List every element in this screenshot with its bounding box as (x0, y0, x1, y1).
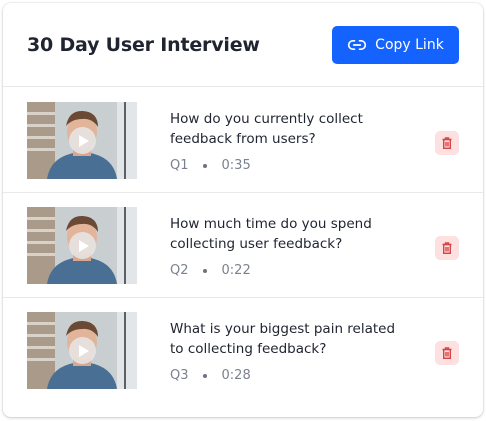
interview-card: 30 Day User Interview Copy Link How do y… (3, 3, 483, 417)
delete-button[interactable] (435, 131, 459, 155)
trash-icon (442, 134, 452, 153)
card-header: 30 Day User Interview Copy Link (3, 3, 483, 87)
question-meta: Q1 0:35 (170, 158, 251, 173)
separator-dot (202, 163, 207, 168)
question-row: How do you currently collect feedback fr… (3, 88, 483, 193)
question-row: How much time do you spend collecting us… (3, 193, 483, 298)
question-duration: 0:35 (221, 158, 251, 173)
play-icon[interactable] (69, 337, 96, 364)
page-title: 30 Day User Interview (27, 34, 260, 56)
video-thumbnail[interactable] (27, 207, 137, 284)
trash-icon (442, 344, 452, 363)
question-text: How do you currently collect feedback fr… (170, 111, 363, 147)
video-thumbnail[interactable] (27, 102, 137, 179)
play-icon[interactable] (69, 127, 96, 154)
separator-dot (202, 373, 207, 378)
link-icon (347, 35, 367, 55)
question-meta: Q3 0:28 (170, 368, 251, 383)
copy-link-button[interactable]: Copy Link (332, 26, 459, 64)
copy-link-label: Copy Link (375, 37, 444, 53)
question-duration: 0:28 (221, 368, 251, 383)
trash-icon (442, 239, 452, 258)
question-duration: 0:22 (221, 263, 251, 278)
play-icon[interactable] (69, 232, 96, 259)
separator-dot (202, 268, 207, 273)
question-meta: Q2 0:22 (170, 263, 251, 278)
question-number: Q2 (170, 263, 189, 278)
delete-button[interactable] (435, 341, 459, 365)
video-thumbnail[interactable] (27, 312, 137, 389)
question-row: What is your biggest pain related to col… (3, 298, 483, 403)
question-text: How much time do you spend collecting us… (170, 216, 372, 252)
question-number: Q3 (170, 368, 189, 383)
question-text: What is your biggest pain related to col… (170, 321, 396, 357)
delete-button[interactable] (435, 236, 459, 260)
question-number: Q1 (170, 158, 189, 173)
